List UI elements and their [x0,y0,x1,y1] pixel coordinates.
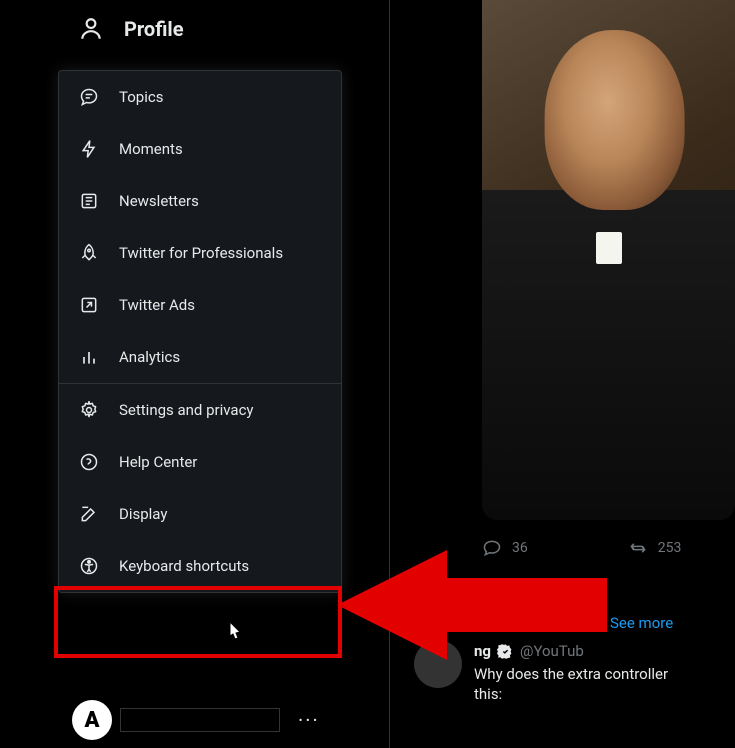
see-more-link[interactable]: See more [610,614,673,632]
external-link-icon [79,295,99,315]
priest-photo [482,0,735,520]
menu-item-analytics[interactable]: Analytics [59,331,341,383]
post-body: Why does the extra controller this: [474,664,668,704]
verified-badge-icon [497,643,514,660]
post-actions: 36 253 [482,538,735,558]
nav-profile-label: Profile [124,17,184,41]
menu-item-label: Twitter Ads [119,296,195,314]
post-author-handle[interactable]: @YouTub [520,642,584,660]
menu-item-label: Settings and privacy [119,401,254,419]
newsletter-icon [79,191,99,211]
menu-item-newsletters[interactable]: Newsletters [59,175,341,227]
timeline: 36 253 See more ng @YouTub Why does the … [390,0,735,748]
menu-item-topics[interactable]: Topics [59,71,341,123]
speech-bubble-icon [79,87,99,107]
profile-icon [78,16,104,42]
menu-item-label: Analytics [119,348,180,366]
reply-button[interactable]: 36 [482,538,528,558]
account-info [120,708,280,732]
more-dots-icon[interactable]: ··· [298,708,320,732]
lightning-icon [79,139,99,159]
account-switcher[interactable]: A ··· [72,700,320,740]
menu-item-display[interactable]: Display [59,488,341,540]
retweet-count: 253 [658,540,682,556]
reply-icon [482,538,502,558]
sidebar: Profile Topics Moments Newsletters Twitt… [0,0,390,748]
menu-item-label: Keyboard shortcuts [119,557,249,575]
menu-item-keyboard[interactable]: Keyboard shortcuts [59,540,341,592]
post-image[interactable] [482,0,735,520]
more-menu: Topics Moments Newsletters Twitter for P… [58,70,342,593]
menu-item-ads[interactable]: Twitter Ads [59,279,341,331]
menu-item-label: Help Center [119,453,197,471]
help-circle-icon [79,452,99,472]
menu-item-professionals[interactable]: Twitter for Professionals [59,227,341,279]
bar-chart-icon [79,347,99,367]
menu-item-label: Newsletters [119,192,199,210]
accessibility-icon [79,556,99,576]
reply-count: 36 [512,540,528,556]
retweet-button[interactable]: 253 [628,538,682,558]
menu-item-help[interactable]: Help Center [59,436,341,488]
post-header: ng @YouTub [474,642,584,660]
rocket-icon [79,243,99,263]
menu-item-label: Display [119,505,167,523]
post-avatar[interactable] [414,640,462,688]
post-author-name[interactable]: ng [474,642,491,660]
menu-item-settings[interactable]: Settings and privacy [59,384,341,436]
menu-item-label: Moments [119,140,183,158]
retweet-icon [628,538,648,558]
menu-item-label: Twitter for Professionals [119,244,283,262]
edit-icon [79,504,99,524]
menu-item-label: Topics [119,88,163,106]
gear-icon [79,400,99,420]
user-avatar: A [72,700,112,740]
nav-profile[interactable]: Profile [0,0,389,58]
menu-item-moments[interactable]: Moments [59,123,341,175]
